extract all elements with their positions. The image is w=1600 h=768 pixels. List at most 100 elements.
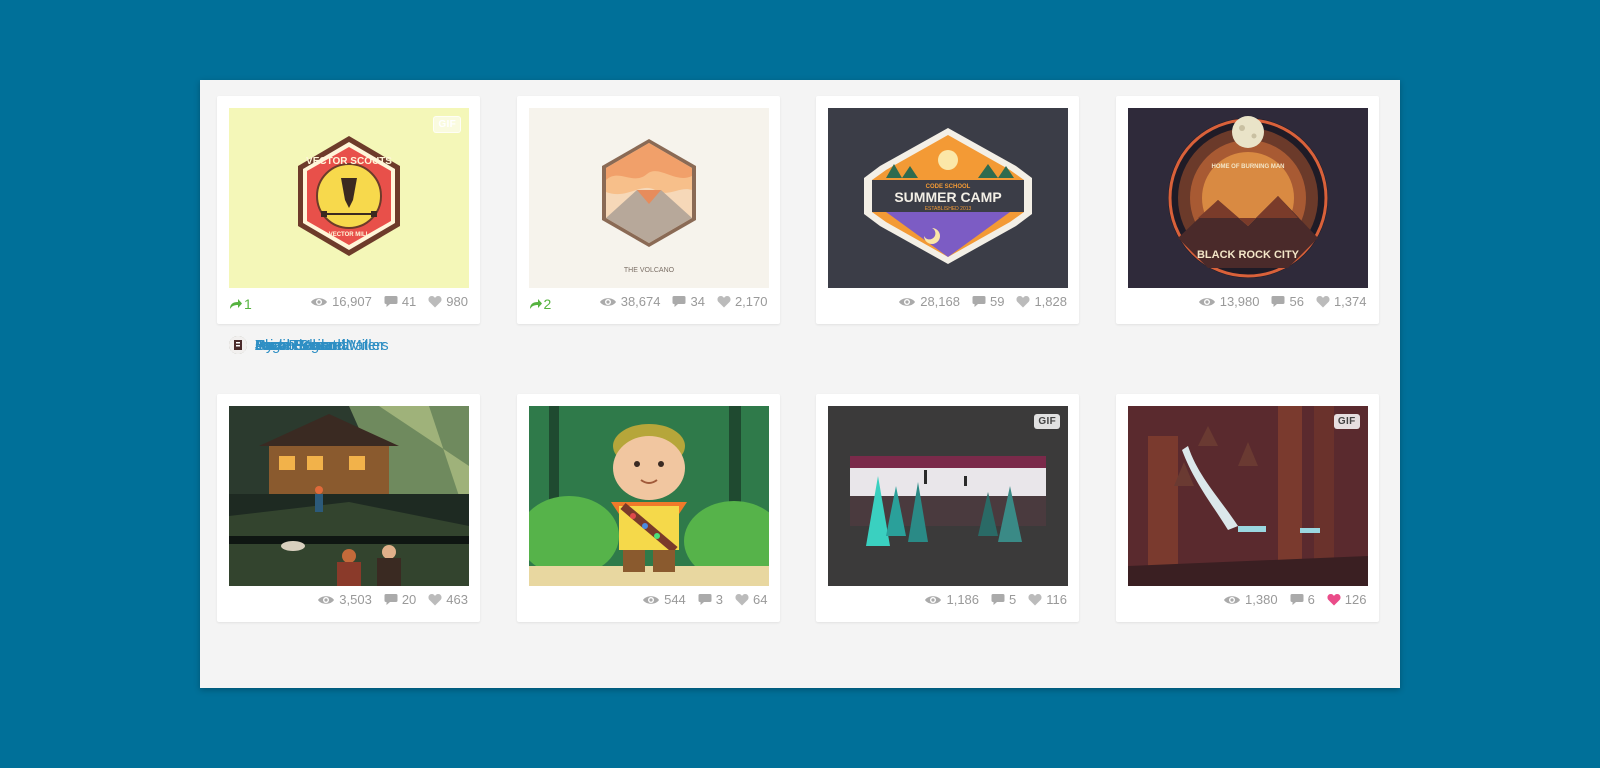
badge-arc-text: VECTOR SCOUTS: [306, 156, 392, 167]
shot-stats: 1,380 6 126: [1128, 592, 1367, 612]
likes-count: 463: [446, 592, 468, 607]
shot-thumbnail[interactable]: CODE SCHOOL SUMMER CAMP ESTABLISHED 2013: [828, 108, 1068, 288]
shot-thumbnail[interactable]: GIF: [1127, 406, 1368, 586]
eye-icon: [1198, 297, 1215, 306]
views-stat: 13,980: [1198, 294, 1259, 309]
views-count: 28,168: [920, 294, 960, 309]
comment-icon: [1271, 296, 1285, 307]
shot-stats: 1,186 5 116: [828, 592, 1067, 612]
views-stat: 1,380: [1223, 592, 1278, 607]
shot-card: GIF 1,380 6 126: [1115, 394, 1379, 622]
comments-stat[interactable]: 20: [384, 592, 416, 607]
shot-thumbnail[interactable]: VECTOR SCOUTS VECTOR MILL GIF: [229, 108, 469, 288]
views-count: 1,186: [946, 592, 980, 607]
views-stat: 544: [642, 592, 686, 607]
owner-name-link[interactable]: Jacob Boie: [255, 337, 329, 354]
comments-stat[interactable]: 41: [384, 294, 416, 309]
eye-icon: [599, 297, 616, 306]
shot-stats: 3,503 20 463: [229, 592, 468, 612]
comment-icon: [384, 594, 398, 605]
shot-stats: 2 38,674 34 2,170: [529, 294, 768, 314]
likes-count: 64: [753, 592, 768, 607]
badge-bottom-text: VECTOR MILL: [329, 232, 370, 238]
likes-stat[interactable]: 1,374: [1316, 294, 1367, 309]
shot-metrics: 28,168 59 1,828: [886, 294, 1067, 309]
comments-stat[interactable]: 6: [1290, 592, 1315, 607]
shot-metrics: 3,503 20 463: [305, 592, 468, 607]
shot-thumbnail[interactable]: HOME OF BURNING MAN BLACK ROCK CITY: [1127, 108, 1368, 288]
heart-icon: [1327, 594, 1341, 606]
heart-icon: [717, 296, 731, 308]
eye-icon: [925, 595, 942, 604]
gif-badge: GIF: [1333, 414, 1360, 429]
comments-stat[interactable]: 56: [1271, 294, 1304, 309]
shot-card: CODE SCHOOL SUMMER CAMP ESTABLISHED 2013…: [816, 96, 1079, 324]
shot-item: THE VOLCANO 2 38,674 34 2,170 Yoga Perda…: [229, 96, 780, 394]
shots-panel: VECTOR SCOUTS VECTOR MILL GIF 1 16,907 4…: [200, 80, 1400, 688]
shot-item: 544 3 64 Alex Riegert-Waters: [229, 336, 780, 692]
comments-count: 6: [1307, 592, 1315, 607]
likes-stat[interactable]: 463: [428, 592, 468, 607]
camp-sub-text: ESTABLISHED 2013: [925, 206, 972, 212]
owner-avatar[interactable]: [229, 336, 247, 354]
night-lake-forest-illustration: [828, 406, 1068, 586]
likes-stat[interactable]: 126: [1327, 592, 1367, 607]
shot-metrics: 544 3 64: [630, 592, 768, 607]
comment-icon: [384, 296, 398, 307]
views-stat: 38,674: [599, 294, 661, 309]
heart-icon: [1316, 296, 1330, 308]
comments-count: 41: [401, 294, 417, 309]
views-count: 38,674: [620, 294, 661, 309]
views-count: 1,380: [1245, 592, 1278, 607]
rebound-value: 1: [244, 296, 252, 312]
views-stat: 3,503: [317, 592, 372, 607]
shot-card: VECTOR SCOUTS VECTOR MILL GIF 1 16,907 4…: [217, 96, 480, 324]
shot-card: 3,503 20 463: [217, 394, 480, 622]
shot-thumbnail[interactable]: GIF: [828, 406, 1068, 586]
likes-stat[interactable]: 980: [428, 294, 468, 309]
comments-stat[interactable]: 34: [672, 294, 705, 309]
summer-camp-badge-image: CODE SCHOOL SUMMER CAMP ESTABLISHED 2013: [828, 108, 1068, 288]
likes-count: 1,374: [1333, 294, 1367, 309]
comments-stat[interactable]: 3: [698, 592, 723, 607]
comments-count: 3: [715, 592, 724, 607]
rebound-count[interactable]: 1: [229, 296, 252, 312]
heart-icon: [1028, 594, 1042, 606]
scout-boy-illustration: [528, 406, 769, 586]
likes-count: 126: [1344, 592, 1367, 607]
likes-stat[interactable]: 116: [1028, 592, 1067, 607]
forest-house-illustration: [229, 406, 469, 586]
volcano-badge-image: THE VOLCANO: [528, 108, 769, 288]
shot-thumbnail[interactable]: [528, 406, 769, 586]
rebound-value: 2: [543, 296, 552, 312]
shot-item: HOME OF BURNING MAN BLACK ROCK CITY 13,9…: [229, 96, 1379, 394]
eye-icon: [1224, 595, 1241, 604]
shot-stats: 13,980 56 1,374: [1128, 294, 1367, 314]
comments-stat[interactable]: 59: [972, 294, 1004, 309]
rebound-count[interactable]: 2: [529, 296, 552, 312]
shot-thumbnail[interactable]: [229, 406, 469, 586]
vector-scouts-badge-image: VECTOR SCOUTS VECTOR MILL: [229, 108, 469, 288]
shot-thumbnail[interactable]: THE VOLCANO: [528, 108, 769, 288]
comment-icon: [1290, 594, 1304, 605]
shot-stats: 1 16,907 41 980: [229, 294, 468, 314]
shot-metrics: 1,186 5 116: [912, 592, 1067, 607]
shot-item: CODE SCHOOL SUMMER CAMP ESTABLISHED 2013…: [229, 96, 1079, 394]
likes-count: 1,828: [1034, 294, 1067, 309]
comment-icon: [991, 594, 1005, 605]
likes-stat[interactable]: 64: [735, 592, 768, 607]
shot-metrics: 38,674 34 2,170: [587, 294, 768, 309]
views-stat: 16,907: [310, 294, 372, 309]
comments-stat[interactable]: 5: [991, 592, 1016, 607]
comment-icon: [972, 296, 986, 307]
black-rock-city-badge-image: HOME OF BURNING MAN BLACK ROCK CITY: [1127, 108, 1368, 288]
gif-badge: GIF: [433, 116, 461, 133]
likes-stat[interactable]: 1,828: [1016, 294, 1067, 309]
heart-icon: [1016, 296, 1030, 308]
views-count: 3,503: [339, 592, 372, 607]
volcano-caption: THE VOLCANO: [623, 267, 674, 274]
likes-stat[interactable]: 2,170: [717, 294, 768, 309]
shot-stats: 28,168 59 1,828: [828, 294, 1067, 314]
views-stat: 28,168: [898, 294, 960, 309]
shot-owner: Jacob Boie: [229, 336, 329, 354]
